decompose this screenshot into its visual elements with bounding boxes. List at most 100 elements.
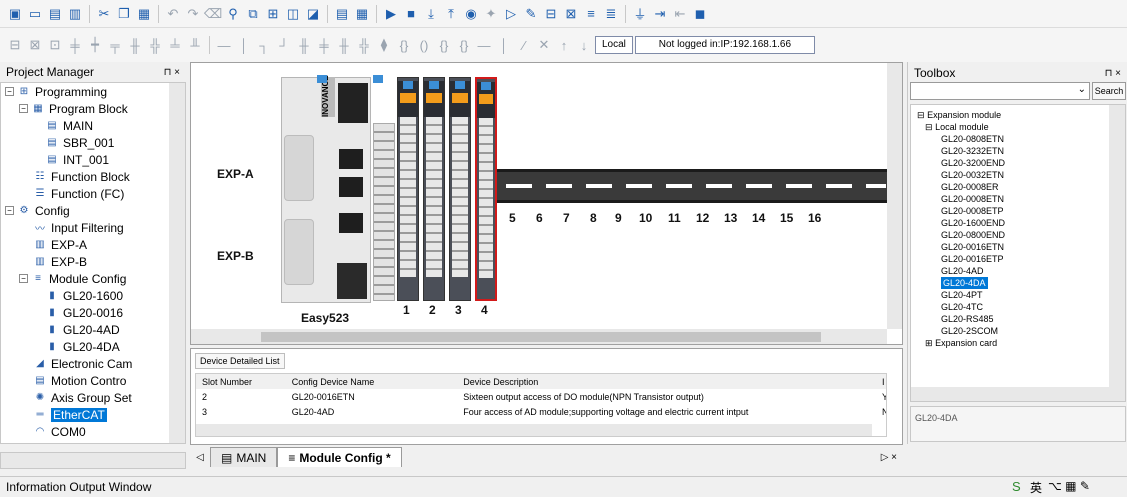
toolbox-item[interactable]: GL20-4PT (941, 289, 983, 301)
tree-item-axis-group[interactable]: ✺ Axis Group Set (33, 389, 132, 406)
pin-close-icon[interactable]: ⊓ × (1105, 68, 1121, 79)
stop-icon[interactable]: ■ (402, 5, 420, 23)
ime-logo-icon[interactable]: S (1012, 479, 1021, 494)
forward-icon[interactable]: ▷ (502, 5, 520, 23)
parallel-icon[interactable]: ╫ (126, 36, 144, 54)
tree-item-electronic-cam[interactable]: ◢ Electronic Cam (33, 355, 132, 372)
expand-icon[interactable]: ⊞ (925, 338, 933, 348)
collapse-icon[interactable]: ⊟ (925, 122, 933, 132)
collapse-icon[interactable]: ⊟ (917, 110, 925, 120)
tree-item-local-module[interactable]: ⊟ Local module (925, 121, 989, 133)
tab-main[interactable]: ▤ MAIN (210, 447, 278, 467)
align-icon[interactable]: ≡ (582, 5, 600, 23)
func-icon[interactable]: {} (395, 36, 413, 54)
debug-icon[interactable]: ✦ (482, 5, 500, 23)
ladder-alt-icon[interactable]: ⊠ (562, 5, 580, 23)
toolbox-hscrollbar[interactable] (911, 387, 1125, 401)
tree-scrollbar[interactable] (169, 83, 185, 443)
parallel-alt-icon[interactable]: ╬ (146, 36, 164, 54)
device-icon[interactable]: ◼ (691, 5, 709, 23)
rising-icon[interactable]: ╪ (315, 36, 333, 54)
edit-icon[interactable]: ✎ (522, 5, 540, 23)
ime-tools-icon[interactable]: ⌥ ▦ ✎ (1048, 479, 1090, 493)
dash-icon[interactable]: — (475, 36, 493, 54)
hierarchy-icon[interactable]: ⊞ (264, 5, 282, 23)
canvas-vscrollbar[interactable] (887, 63, 902, 329)
tree-item-expansion-module[interactable]: ⊟ Expansion module (917, 109, 1001, 121)
corner-icon[interactable]: ┐ (255, 36, 273, 54)
align-alt-icon[interactable]: ≣ (602, 5, 620, 23)
ladder-icon[interactable]: ⊟ (542, 5, 560, 23)
tree-item-module[interactable]: ▮ GL20-1600 (45, 287, 123, 304)
tree-item-expansion-card[interactable]: ⊞ Expansion card (925, 337, 997, 349)
cut-icon[interactable]: ✂ (95, 5, 113, 23)
download-icon[interactable]: ⤓ (422, 5, 440, 23)
save-all-icon[interactable]: ▥ (66, 5, 84, 23)
parallel-up-icon[interactable]: ╧ (166, 36, 184, 54)
toolbox-item[interactable]: GL20-3200END (941, 157, 1005, 169)
compile-icon[interactable]: ▤ (333, 5, 351, 23)
toolbox-item[interactable]: GL20-0800END (941, 229, 1005, 241)
ime-language[interactable]: 英 (1030, 479, 1042, 496)
tab-module-config[interactable]: ≡ Module Config * (277, 447, 402, 467)
save-icon[interactable]: ▤ (46, 5, 64, 23)
var-icon[interactable]: {} (435, 36, 453, 54)
run-icon[interactable]: ▶ (382, 5, 400, 23)
expansion-module-2[interactable] (423, 77, 445, 301)
vline-icon[interactable]: │ (235, 36, 253, 54)
tree-item-config[interactable]: − ⚙ Config (5, 202, 70, 219)
connection-mode[interactable]: Local (595, 36, 633, 54)
bar-icon[interactable]: │ (495, 36, 513, 54)
toolbox-item[interactable]: GL20-0008ETN (941, 193, 1004, 205)
toolbox-item-selected[interactable]: GL20-4DA (941, 277, 988, 289)
paste-icon[interactable]: ▦ (135, 5, 153, 23)
toolbox-item[interactable]: GL20-RS485 (941, 313, 994, 325)
information-output-window-tab[interactable]: Information Output Window (6, 480, 151, 494)
set-icon[interactable]: ⧫ (375, 36, 393, 54)
cross-icon[interactable]: ✕ (535, 36, 553, 54)
hline-icon[interactable]: — (215, 36, 233, 54)
chevron-down-icon[interactable]: ⌄ (1078, 84, 1086, 95)
tree-item-sbr[interactable]: ▤ SBR_001 (45, 134, 114, 151)
falling-icon[interactable]: ╫ (335, 36, 353, 54)
paren-icon[interactable]: () (415, 36, 433, 54)
expansion-module-1[interactable] (397, 77, 419, 301)
toolbox-item[interactable]: GL20-4TC (941, 301, 983, 313)
toolbox-item[interactable]: GL20-3232ETN (941, 145, 1004, 157)
tree-item-motion-control[interactable]: ▤ Motion Contro (33, 372, 126, 389)
import-icon[interactable]: ⇥ (651, 5, 669, 23)
tree-item-module[interactable]: ▮ GL20-0016 (45, 304, 123, 321)
list-tab[interactable]: Device Detailed List (195, 353, 285, 369)
up-arrow-icon[interactable]: ↑ (555, 36, 573, 54)
nc-contact-icon[interactable]: ╫ (295, 36, 313, 54)
toolbox-item[interactable]: GL20-4AD (941, 265, 984, 277)
tree-item-exp-a[interactable]: ▥ EXP-A (33, 236, 87, 253)
window-alt-icon[interactable]: ◪ (304, 5, 322, 23)
toolbox-search-input[interactable]: ⌄ (910, 82, 1090, 100)
tree-item-function-fc[interactable]: ☰ Function (FC) (33, 185, 125, 202)
export-icon[interactable]: ⇤ (671, 5, 689, 23)
expansion-module-3[interactable] (449, 77, 471, 301)
tree-item-programming[interactable]: − ⊞ Programming (5, 83, 107, 100)
parallel-down-icon[interactable]: ╨ (186, 36, 204, 54)
toolbox-item[interactable]: GL20-0008ER (941, 181, 999, 193)
copy-icon[interactable]: ❐ (115, 5, 133, 23)
coil-icon[interactable]: ⊠ (26, 36, 44, 54)
corner-alt-icon[interactable]: ┘ (275, 36, 293, 54)
upload-icon[interactable]: ⤒ (442, 5, 460, 23)
compile-all-icon[interactable]: ▦ (353, 5, 371, 23)
find-icon[interactable]: ⚲ (224, 5, 242, 23)
tree-item-module[interactable]: ▮ GL20-4AD (45, 321, 119, 338)
fb-icon[interactable]: {} (455, 36, 473, 54)
new-file-icon[interactable]: ▣ (6, 5, 24, 23)
collapse-icon[interactable]: − (19, 274, 28, 283)
canvas-hscrollbar[interactable] (191, 329, 887, 344)
tree-hscrollbar[interactable] (0, 452, 186, 469)
branch-up-icon[interactable]: ╤ (106, 36, 124, 54)
tab-nav-close-icon[interactable]: ▷ × (881, 452, 897, 463)
open-folder-icon[interactable]: ▭ (26, 5, 44, 23)
collapse-icon[interactable]: − (5, 206, 14, 215)
module-config-canvas[interactable]: INOVANCE EXP-A EXP-B Easy523 1 2 3 4 5 6… (190, 62, 903, 345)
table-hscrollbar[interactable] (196, 424, 872, 436)
toolbox-item[interactable]: GL20-2SCOM (941, 325, 998, 337)
